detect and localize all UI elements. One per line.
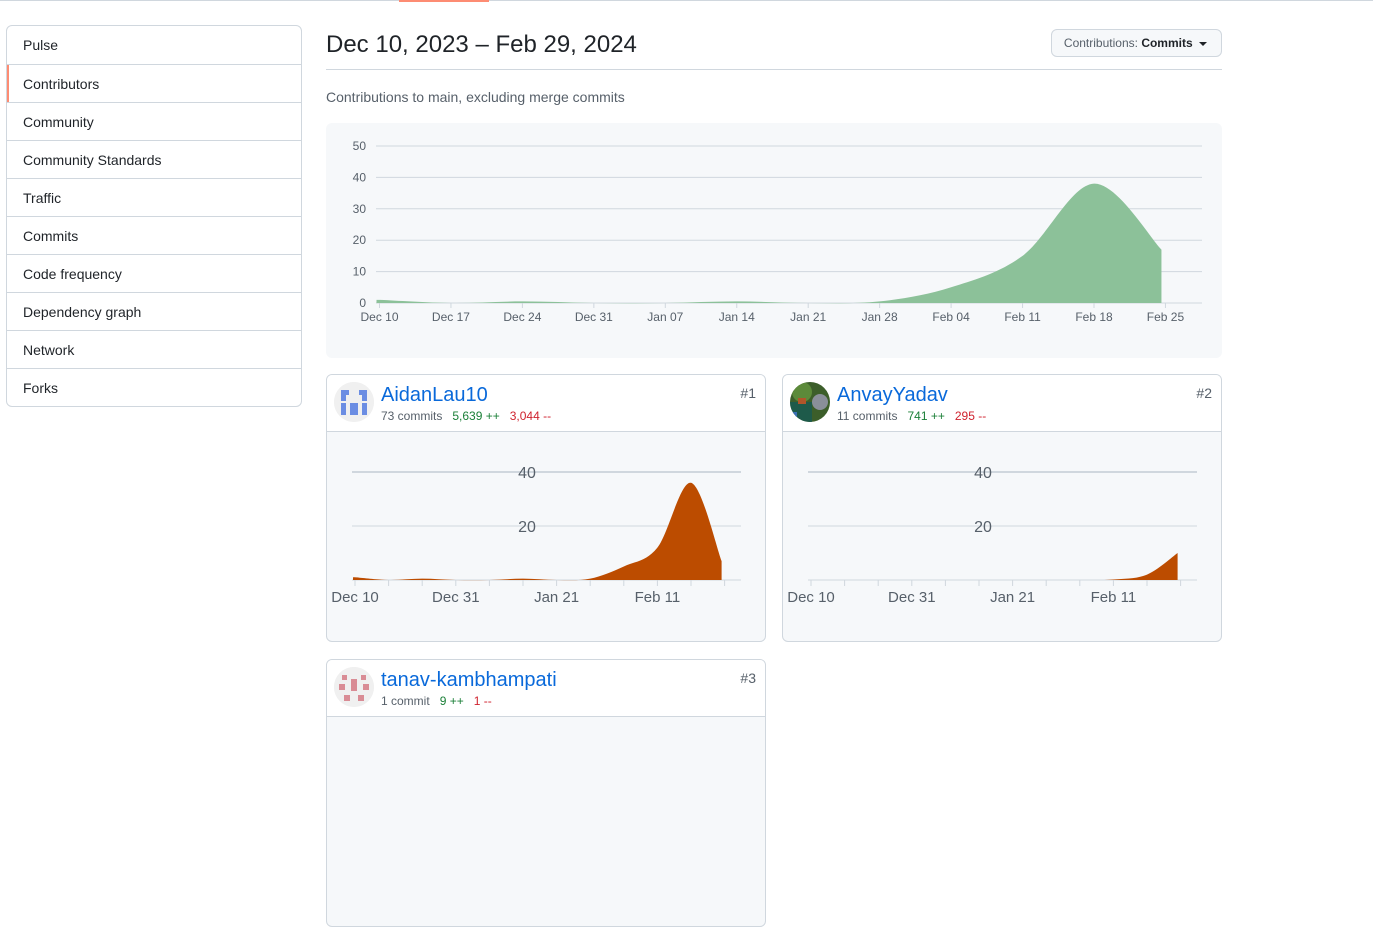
top-divider <box>0 0 1373 1</box>
deletions-count: 3,044 -- <box>509 409 552 423</box>
y-tick-label: 20 <box>353 233 367 247</box>
x-tick-label: Jan 21 <box>790 310 826 324</box>
contributor-header: AnvayYadav 11 commits 741 ++ 295 -- #2 <box>783 375 1221 432</box>
sidebar-item-traffic[interactable]: Traffic <box>7 178 301 216</box>
additions-count: 9 ++ <box>439 694 464 708</box>
x-tick-label: Dec 10 <box>787 589 835 606</box>
contributor-name-link[interactable]: AnvayYadav <box>837 384 948 407</box>
x-tick-label: Jan 07 <box>647 310 683 324</box>
x-tick-label: Dec 17 <box>432 310 470 324</box>
x-tick-label: Dec 24 <box>503 310 541 324</box>
sidebar-item-code-frequency[interactable]: Code frequency <box>7 254 301 292</box>
x-tick-label: Dec 31 <box>432 589 480 606</box>
contributions-value: Commits <box>1141 36 1193 50</box>
x-tick-label: Jan 14 <box>719 310 755 324</box>
avatar[interactable] <box>790 382 830 422</box>
overview-chart[interactable]: 0 10 20 30 40 50 Dec 10 Dec 17 Dec 24 Dec 31 Jan 0… <box>326 123 1222 358</box>
x-tick-label: Feb 18 <box>1075 310 1113 324</box>
contributor-chart[interactable]: 20 40 Dec 10 Dec 31 Jan 21 Feb 11 <box>783 432 1222 642</box>
y-tick-label: 40 <box>974 465 992 482</box>
x-tick-label: Feb 11 <box>635 589 681 606</box>
x-tick-label: Feb 25 <box>1147 310 1185 324</box>
contributor-rank: #3 <box>740 670 756 686</box>
contributor-card: tanav-kambhampati 1 commit 9 ++ 1 -- #3 <box>326 659 766 927</box>
additions-count: 741 ++ <box>907 409 945 423</box>
commits-area <box>353 482 722 581</box>
commits-area <box>809 553 1178 581</box>
contributor-rank: #1 <box>740 385 756 401</box>
x-tick-label: Jan 28 <box>862 310 898 324</box>
commit-count[interactable]: 1 commit <box>381 694 430 708</box>
sidebar-item-community[interactable]: Community <box>7 102 301 140</box>
y-tick-label: 40 <box>518 465 536 482</box>
commit-count[interactable]: 73 commits <box>381 409 442 423</box>
date-range-title: Dec 10, 2023 – Feb 29, 2024 <box>326 31 637 58</box>
chart-subtitle: Contributions to main, excluding merge c… <box>326 89 625 105</box>
overview-chart-container: 0 10 20 30 40 50 Dec 10 Dec 17 Dec 24 Dec 31 Jan 0… <box>326 123 1222 358</box>
x-tick-label: Dec 10 <box>360 310 398 324</box>
contributor-stats: 11 commits 741 ++ 295 -- <box>837 409 986 423</box>
y-tick-label: 20 <box>518 519 536 536</box>
sidebar-item-commits[interactable]: Commits <box>7 216 301 254</box>
contributions-label: Contributions: <box>1063 36 1138 50</box>
contributions-type-dropdown[interactable]: Contributions: Commits <box>1050 29 1222 57</box>
contributor-rank: #2 <box>1196 385 1212 401</box>
y-tick-label: 20 <box>974 519 992 536</box>
x-tick-label: Feb 04 <box>932 310 970 324</box>
contributor-stats: 1 commit 9 ++ 1 -- <box>381 694 492 708</box>
y-tick-label: 30 <box>353 202 367 216</box>
contributor-card: AidanLau10 73 commits 5,639 ++ 3,044 -- #1… <box>326 374 766 642</box>
contributor-header: tanav-kambhampati 1 commit 9 ++ 1 -- #3 <box>327 660 765 717</box>
sidebar-item-forks[interactable]: Forks <box>7 368 301 406</box>
x-tick-label: Dec 10 <box>331 589 379 606</box>
x-tick-label: Dec 31 <box>888 589 936 606</box>
identicon-avatar-icon <box>334 382 374 422</box>
x-tick-label: Jan 21 <box>534 589 579 606</box>
contributor-card: AnvayYadav 11 commits 741 ++ 295 -- #2 20 4… <box>782 374 1222 642</box>
photo-avatar-icon <box>790 382 830 422</box>
avatar[interactable] <box>334 667 374 707</box>
y-tick-label: 0 <box>359 296 366 310</box>
avatar[interactable] <box>334 382 374 422</box>
sidebar-item-dependency-graph[interactable]: Dependency graph <box>7 292 301 330</box>
insights-tab-indicator <box>399 0 489 2</box>
additions-count: 5,639 ++ <box>452 409 500 423</box>
contributor-stats: 73 commits 5,639 ++ 3,044 -- <box>381 409 551 423</box>
x-tick-label: Dec 31 <box>575 310 613 324</box>
contributor-chart[interactable]: 20 40 Dec 10 Dec 31 Jan 21 Feb 11 <box>327 432 766 642</box>
commits-area <box>376 183 1162 304</box>
page-header: Dec 10, 2023 – Feb 29, 2024 Contribution… <box>326 25 1222 70</box>
deletions-count: 295 -- <box>954 409 987 423</box>
insights-sidebar: Pulse Contributors Community Community S… <box>6 25 302 407</box>
deletions-count: 1 -- <box>473 694 492 708</box>
caret-down-icon <box>1199 41 1207 46</box>
identicon-avatar-icon <box>334 667 374 707</box>
x-tick-label: Jan 21 <box>990 589 1035 606</box>
y-tick-label: 10 <box>353 265 367 279</box>
x-tick-label: Feb 11 <box>1004 310 1041 324</box>
x-tick-label: Feb 11 <box>1091 589 1137 606</box>
sidebar-item-pulse[interactable]: Pulse <box>7 26 301 64</box>
commit-count[interactable]: 11 commits <box>837 409 897 423</box>
y-tick-label: 40 <box>353 170 367 184</box>
sidebar-item-contributors[interactable]: Contributors <box>7 64 301 102</box>
contributor-name-link[interactable]: AidanLau10 <box>381 384 488 407</box>
sidebar-item-network[interactable]: Network <box>7 330 301 368</box>
sidebar-item-community-standards[interactable]: Community Standards <box>7 140 301 178</box>
contributor-header: AidanLau10 73 commits 5,639 ++ 3,044 -- #1 <box>327 375 765 432</box>
y-tick-label: 50 <box>353 139 367 153</box>
contributor-name-link[interactable]: tanav-kambhampati <box>381 669 557 692</box>
